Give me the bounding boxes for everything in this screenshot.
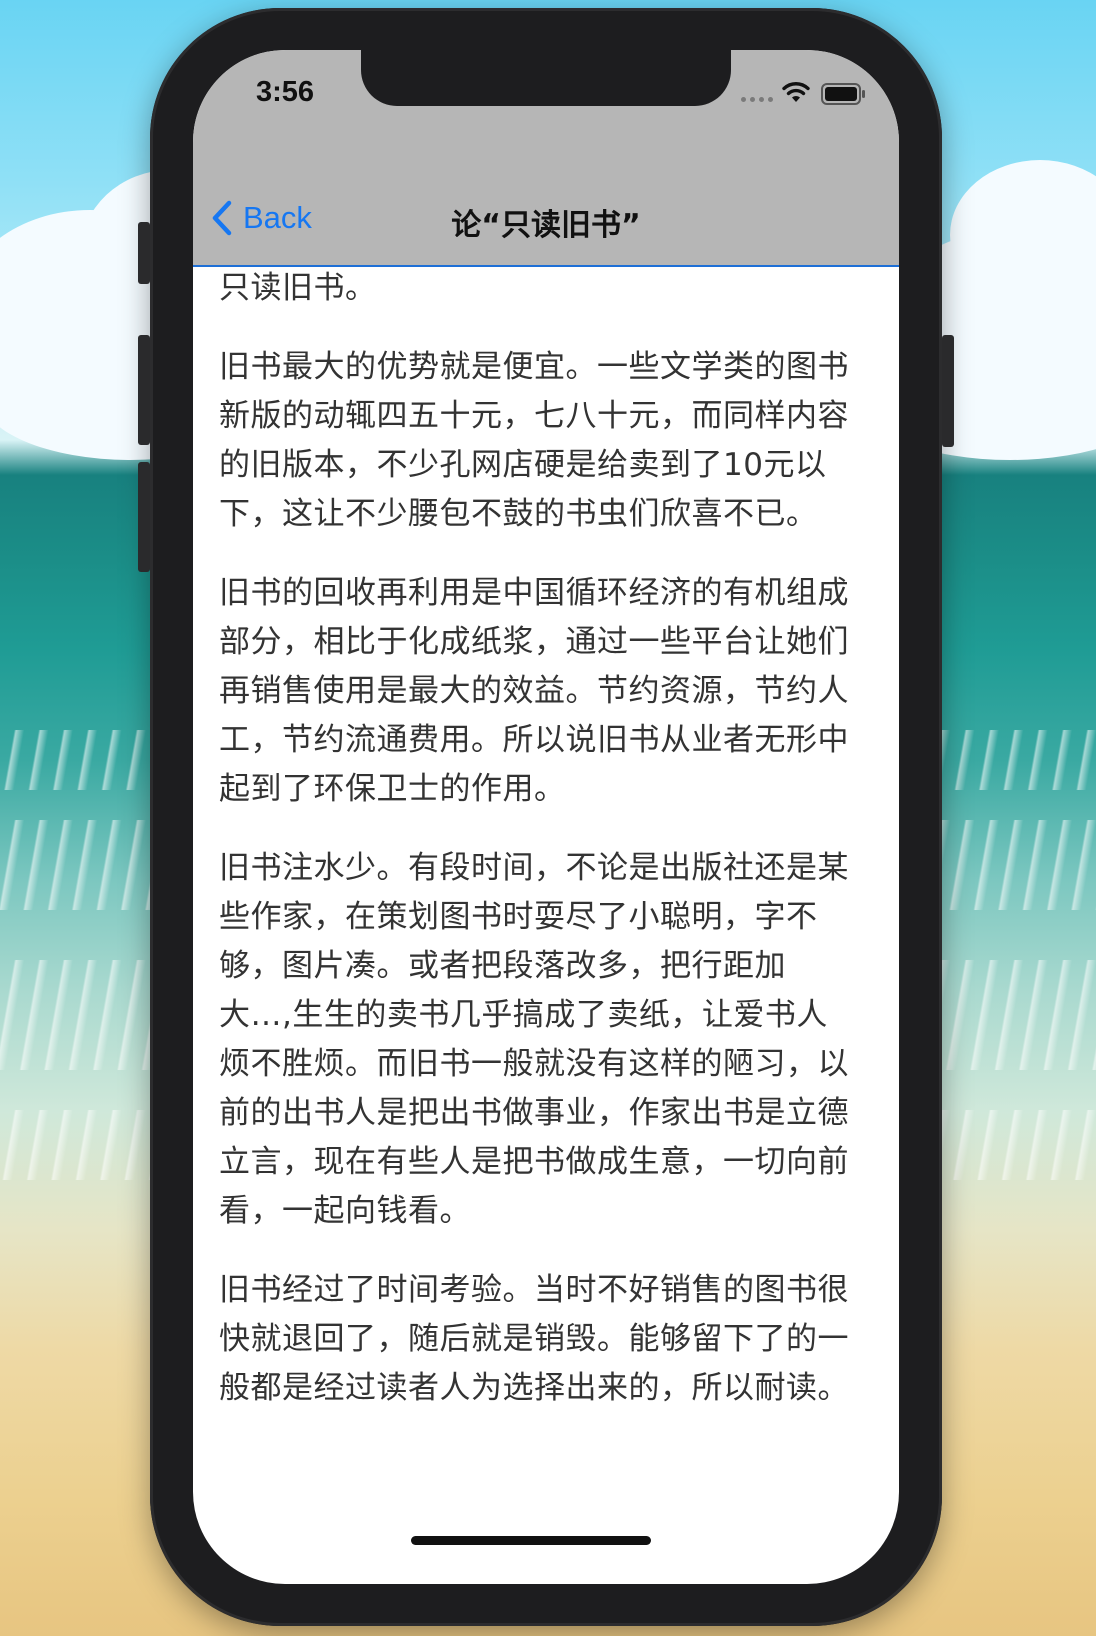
page-title: 论“只读旧书” — [451, 208, 641, 243]
article-paragraph: 只读旧书。 — [219, 270, 377, 306]
volume-down-button — [138, 462, 150, 572]
article-paragraph: 旧书注水少。有段时间，不论是出版社还是某些作家，在策划图书时耍尽了小聪明，字不够… — [219, 850, 849, 1229]
wifi-icon — [782, 82, 810, 102]
volume-up-button — [138, 335, 150, 445]
notch — [361, 50, 731, 106]
power-button — [942, 335, 954, 447]
article-body[interactable]: 只读旧书。 旧书最大的优势就是便宜。一些文学类的图书新版的动辄四五十元，七八十元… — [219, 264, 855, 1443]
silent-switch — [138, 222, 150, 284]
home-indicator[interactable] — [411, 1536, 651, 1545]
signal-dots-icon — [741, 97, 773, 102]
article-paragraph: 旧书经过了时间考验。当时不好销售的图书很快就退回了，随后就是销毁。能够留下了的一… — [219, 1272, 849, 1406]
article-paragraph: 旧书的回收再利用是中国循环经济的有机组成部分，相比于化成纸浆，通过一些平台让她们… — [219, 575, 849, 807]
navigation-bar: Back 论“只读旧书” — [193, 168, 899, 267]
battery-icon — [821, 83, 865, 105]
status-time: 3:56 — [256, 76, 315, 108]
phone-screen: 3:56 Back 论“只读旧书” 只读旧书。 旧书最大的优势就是便宜。一些文学… — [193, 50, 899, 1584]
article-paragraph: 旧书最大的优势就是便宜。一些文学类的图书新版的动辄四五十元，七八十元，而同样内容… — [219, 349, 849, 532]
